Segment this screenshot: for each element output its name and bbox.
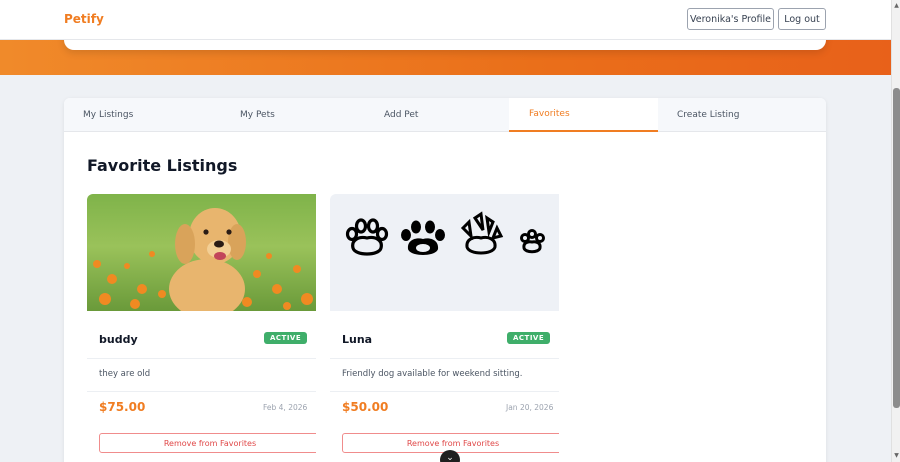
tab-create-listing[interactable]: Create Listing (677, 98, 739, 132)
listing-description: Friendly dog available for weekend sitti… (342, 369, 523, 379)
page-title: Favorite Listings (87, 156, 238, 175)
brand-logo[interactable]: Petify (64, 12, 104, 26)
status-badge: ACTIVE (507, 332, 551, 344)
divider (330, 391, 559, 392)
listing-card[interactable]: buddy ACTIVE they are old $75.00 Feb 4, … (87, 194, 316, 462)
listing-date: Feb 4, 2026 (263, 403, 308, 412)
paw-prints-placeholder (330, 194, 559, 311)
top-nav: Petify Veronika's Profile Log out (0, 0, 891, 40)
divider (87, 391, 316, 392)
tab-my-pets[interactable]: My Pets (240, 98, 275, 132)
tab-my-listings[interactable]: My Listings (83, 98, 133, 132)
divider (87, 358, 316, 359)
divider (330, 358, 559, 359)
listing-name: Luna (342, 333, 373, 346)
page-scrollbar[interactable]: ▲ ▼ (891, 0, 900, 462)
listing-price: $50.00 (342, 400, 389, 414)
dashboard-panel: My Listings My Pets Add Pet Favorites Cr… (64, 98, 826, 462)
tab-bar: My Listings My Pets Add Pet Favorites Cr… (64, 98, 826, 132)
golden-retriever-puppy-photo (87, 194, 316, 311)
chevron-down-icon: ⌄ (446, 453, 454, 462)
listing-date: Jan 20, 2026 (506, 403, 554, 412)
tab-add-pet[interactable]: Add Pet (384, 98, 418, 132)
tab-favorites[interactable]: Favorites (509, 98, 658, 132)
listing-description: they are old (99, 369, 151, 379)
remove-favorite-button[interactable]: Remove from Favorites (99, 433, 316, 453)
status-badge: ACTIVE (264, 332, 308, 344)
profile-button[interactable]: Veronika's Profile (687, 8, 774, 30)
scroll-thumb[interactable] (893, 88, 900, 408)
logout-button[interactable]: Log out (778, 8, 826, 30)
scroll-up-arrow-icon[interactable]: ▲ (893, 2, 900, 10)
listing-price: $75.00 (99, 400, 146, 414)
listing-name: buddy (99, 333, 138, 346)
scroll-down-arrow-icon[interactable]: ▼ (893, 452, 900, 460)
listing-card[interactable]: Luna ACTIVE Friendly dog available for w… (330, 194, 559, 462)
